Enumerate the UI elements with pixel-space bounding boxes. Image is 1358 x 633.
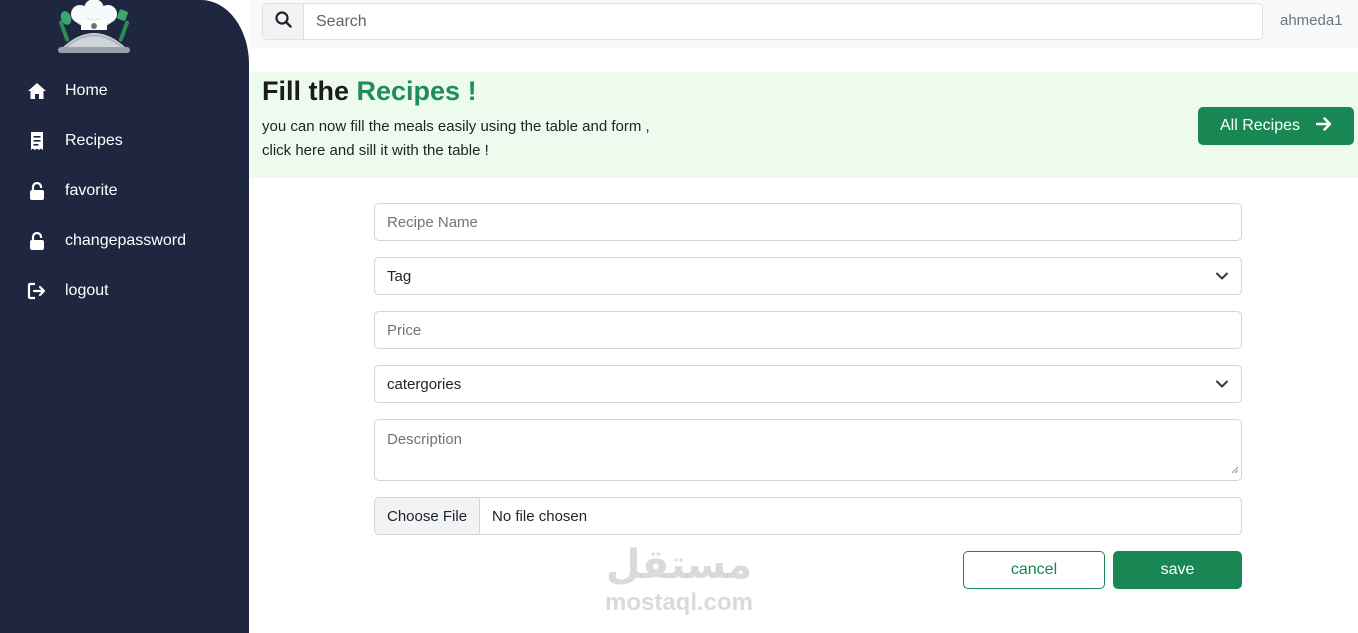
all-recipes-label: All Recipes <box>1219 117 1301 134</box>
unlock-icon <box>26 231 48 251</box>
sidebar-item-label: logout <box>65 282 109 299</box>
sidebar: Home Recipes favorite changepassword log… <box>0 0 249 633</box>
sidebar-item-recipes[interactable]: Recipes <box>26 126 226 156</box>
recipe-name-input[interactable]: Recipe Name <box>374 203 1242 241</box>
categories-select[interactable]: catergories <box>374 365 1242 403</box>
sidebar-item-label: favorite <box>65 182 118 199</box>
page-title-prefix: Fill the <box>262 76 349 106</box>
categories-select-value: catergories <box>387 375 462 393</box>
home-icon <box>26 81 48 101</box>
sidebar-item-changepassword[interactable]: changepassword <box>26 226 226 256</box>
sidebar-item-favorite[interactable]: favorite <box>26 176 226 206</box>
sidebar-item-home[interactable]: Home <box>26 76 226 106</box>
unlock-icon <box>26 181 48 201</box>
tag-select-value: Tag <box>387 267 412 285</box>
sidebar-item-label: Recipes <box>65 132 123 149</box>
choose-file-button[interactable]: Choose File <box>375 498 481 534</box>
price-placeholder: Price <box>387 321 422 339</box>
description-textarea[interactable]: Description <box>374 419 1242 481</box>
search-button[interactable] <box>263 4 304 39</box>
search-bar <box>262 3 1263 40</box>
description-placeholder: Description <box>387 431 463 448</box>
sidebar-item-logout[interactable]: logout <box>26 276 226 306</box>
username[interactable]: ahmeda1 <box>1280 12 1343 29</box>
topbar: ahmeda1 <box>249 0 1358 48</box>
page-title: Fill the Recipes ! <box>262 76 477 107</box>
chef-logo-icon[interactable] <box>52 0 136 60</box>
price-input[interactable]: Price <box>374 311 1242 349</box>
sidebar-item-label: changepassword <box>65 232 186 249</box>
search-icon <box>274 10 292 33</box>
sidebar-item-label: Home <box>65 82 108 99</box>
banner-description-line2: click here and sill it with the table ! <box>262 142 489 159</box>
receipt-icon <box>26 131 48 151</box>
cancel-button[interactable]: cancel <box>963 551 1105 589</box>
watermark: مستقل mostaql.com <box>596 541 762 617</box>
watermark-latin: mostaql.com <box>604 589 754 616</box>
chevron-down-icon <box>1215 268 1229 285</box>
file-status: No file chosen <box>492 507 588 525</box>
page-title-accent: Recipes ! <box>356 76 477 106</box>
resize-grip-icon[interactable] <box>1231 461 1239 478</box>
arrow-right-icon <box>1300 116 1332 136</box>
watermark-arabic: مستقل <box>605 542 753 588</box>
recipe-name-placeholder: Recipe Name <box>387 213 478 231</box>
chevron-down-icon <box>1215 376 1229 393</box>
search-input[interactable] <box>304 4 1262 39</box>
tag-select[interactable]: Tag <box>374 257 1242 295</box>
file-input[interactable]: Choose File No file chosen <box>374 497 1242 535</box>
all-recipes-button[interactable]: All Recipes <box>1198 107 1354 145</box>
logout-icon <box>26 281 48 301</box>
save-button[interactable]: save <box>1113 551 1242 589</box>
banner-description-line1: you can now fill the meals easily using … <box>262 118 650 135</box>
header-banner: Fill the Recipes ! you can now fill the … <box>249 72 1358 178</box>
